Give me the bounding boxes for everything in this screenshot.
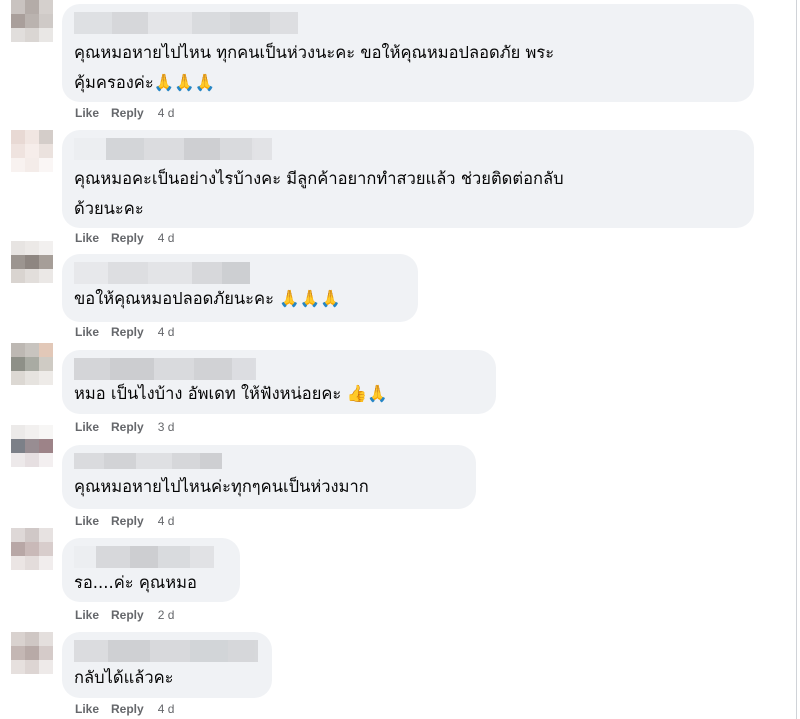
avatar[interactable] (11, 0, 53, 42)
author-name-blurred[interactable] (74, 12, 742, 34)
avatar[interactable] (11, 130, 53, 172)
author-name-blurred[interactable] (74, 640, 260, 662)
avatar[interactable] (11, 632, 53, 674)
comment-text-line: ขอให้คุณหมอปลอดภัยนะคะ 🙏🙏🙏 (74, 289, 341, 308)
reply-link[interactable]: Reply (111, 231, 144, 245)
comment-time[interactable]: 4 d (158, 231, 175, 245)
comment-bubble: คุณหมอหายไปไหน ทุกคนเป็นห่วงนะคะ ขอให้คุ… (62, 4, 754, 102)
comment-actions: Like Reply 4 d (75, 702, 174, 716)
like-link[interactable]: Like (75, 420, 99, 434)
author-name-blurred[interactable] (74, 358, 484, 380)
like-link[interactable]: Like (75, 325, 99, 339)
comment-time[interactable]: 4 d (158, 702, 175, 716)
author-name-blurred[interactable] (74, 546, 228, 568)
like-link[interactable]: Like (75, 702, 99, 716)
comment-time[interactable]: 4 d (158, 325, 175, 339)
comment-time[interactable]: 4 d (158, 106, 175, 120)
comment-actions: Like Reply 4 d (75, 325, 174, 339)
reply-link[interactable]: Reply (111, 420, 144, 434)
comment-thread: คุณหมอหายไปไหน ทุกคนเป็นห่วงนะคะ ขอให้คุ… (0, 0, 800, 719)
author-name-blurred[interactable] (74, 262, 406, 284)
reply-link[interactable]: Reply (111, 608, 144, 622)
comment-bubble: คุณหมอคะเป็นอย่างไรบ้างคะ มีลูกค้าอยากทำ… (62, 130, 754, 228)
reply-link[interactable]: Reply (111, 106, 144, 120)
comment-text-line: คุณหมอคะเป็นอย่างไรบ้างคะ มีลูกค้าอยากทำ… (74, 169, 564, 188)
reply-link[interactable]: Reply (111, 325, 144, 339)
comment-time[interactable]: 2 d (158, 608, 175, 622)
avatar[interactable] (11, 425, 53, 467)
comment-bubble: คุณหมอหายไปไหนค่ะทุกๆคนเป็นห่วงมาก (62, 445, 476, 509)
author-name-blurred[interactable] (74, 453, 464, 469)
comment-text-line: ด้วยนะคะ (74, 199, 144, 218)
comment-text-line: รอ....ค่ะ คุณหมอ (74, 573, 197, 592)
comment-actions: Like Reply 4 d (75, 231, 174, 245)
comment-bubble: กลับได้แล้วคะ (62, 632, 272, 698)
reply-link[interactable]: Reply (111, 514, 144, 528)
like-link[interactable]: Like (75, 106, 99, 120)
comment-actions: Like Reply 4 d (75, 106, 174, 120)
comment-actions: Like Reply 2 d (75, 608, 174, 622)
comment-bubble: หมอ เป็นไงบ้าง อัพเดท ให้ฟังหน่อยคะ 👍🙏 (62, 350, 496, 414)
avatar[interactable] (11, 528, 53, 570)
reply-link[interactable]: Reply (111, 702, 144, 716)
avatar[interactable] (11, 343, 53, 385)
author-name-blurred[interactable] (74, 138, 742, 160)
comment-bubble: ขอให้คุณหมอปลอดภัยนะคะ 🙏🙏🙏 (62, 254, 418, 322)
comment-actions: Like Reply 3 d (75, 420, 174, 434)
comment-text-line: หมอ เป็นไงบ้าง อัพเดท ให้ฟังหน่อยคะ 👍🙏 (74, 384, 388, 403)
comment-time[interactable]: 4 d (158, 514, 175, 528)
comment-text-line: คุ้มครองค่ะ🙏🙏🙏 (74, 73, 216, 92)
comment-text-line: คุณหมอหายไปไหน ทุกคนเป็นห่วงนะคะ ขอให้คุ… (74, 43, 555, 62)
comment-bubble: รอ....ค่ะ คุณหมอ (62, 538, 240, 602)
comment-text-line: คุณหมอหายไปไหนค่ะทุกๆคนเป็นห่วงมาก (74, 477, 369, 496)
like-link[interactable]: Like (75, 231, 99, 245)
like-link[interactable]: Like (75, 514, 99, 528)
comment-actions: Like Reply 4 d (75, 514, 174, 528)
avatar[interactable] (11, 241, 53, 283)
like-link[interactable]: Like (75, 608, 99, 622)
scroll-edge-divider (796, 0, 797, 719)
comment-time[interactable]: 3 d (158, 420, 175, 434)
comment-text-line: กลับได้แล้วคะ (74, 668, 174, 687)
